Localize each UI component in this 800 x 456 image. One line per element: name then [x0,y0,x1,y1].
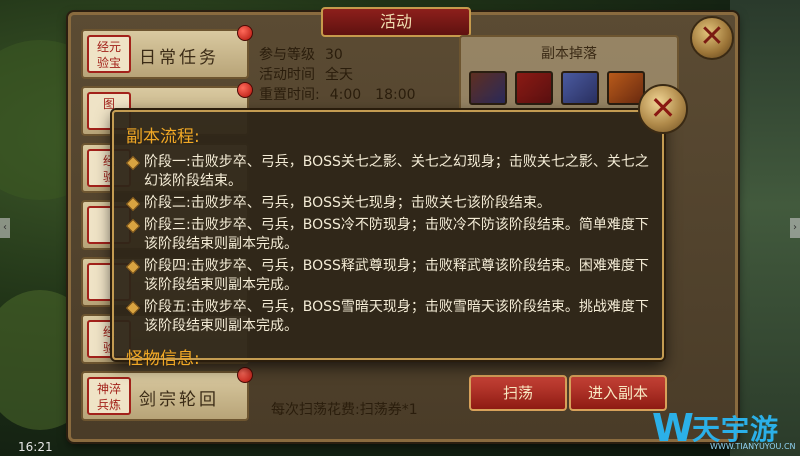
diamond-bullet-icon [125,300,141,316]
notification-dot-icon [237,367,253,383]
stage-item: 阶段四:击败步卒、弓兵，BOSS释武尊现身；击败释武尊该阶段结束。困难难度下该阶… [125,257,650,295]
close-window-icon[interactable]: ✕ [690,16,734,60]
time-value: 全天 [325,67,353,83]
diamond-bullet-icon [125,218,141,234]
drop-item-icon[interactable] [469,71,507,105]
site-logo: W 天宇游 WWW.TIANYUYOU.CN [652,404,800,454]
sweep-button[interactable]: 扫荡 [469,375,567,411]
window-title: 活动 [321,7,471,37]
drop-item-icon[interactable] [515,71,553,105]
tab-seal-icon: 神淬 兵炼 [87,377,131,415]
tab-daily-task[interactable]: 经元 验宝 日常任务 [81,25,253,79]
scroll-left-arrow[interactable]: ‹ [0,218,10,238]
level-label: 参与等级 [259,47,315,63]
diamond-bullet-icon [125,196,141,212]
sweep-cost-text: 每次扫荡花费:扫荡券*1 [271,402,418,418]
reset-label: 重置时间: [259,87,320,103]
popup-heading: 副本流程: [126,127,200,147]
time-label: 活动时间 [259,67,315,83]
dungeon-flow-popup: 副本流程: 阶段一:击败步卒、弓兵，BOSS关七之影、关七之幻现身；击败关七之影… [112,110,664,369]
level-value: 30 [325,47,343,63]
diamond-bullet-icon [125,259,141,275]
stage-item: 阶段二:击败步卒、弓兵，BOSS关七现身；击败关七该阶段结束。 [125,194,650,213]
scroll-right-arrow[interactable]: › [790,218,800,238]
reset-row: 重置时间: 4:00 18:00 [259,85,449,105]
drops-title: 副本掉落 [541,46,597,62]
stage-text: 阶段二:击败步卒、弓兵，BOSS关七现身；击败关七该阶段结束。 [144,195,551,211]
diamond-bullet-icon [125,155,141,171]
stage-text: 阶段三:击败步卒、弓兵，BOSS冷不防现身；击败冷不防该阶段结束。简单难度下该阶… [144,217,649,252]
stage-item: 阶段三:击败步卒、弓兵，BOSS冷不防现身；击败冷不防该阶段结束。简单难度下该阶… [125,216,650,254]
tab-seal-icon: 经元 验宝 [87,35,131,73]
tab-label: 日常任务 [139,48,219,68]
stage-item: 阶段一:击败步卒、弓兵，BOSS关七之影、关七之幻现身；击败关七之影、关七之幻该… [125,153,650,191]
stage-item: 阶段五:击败步卒、弓兵，BOSS雪暗天现身；击败雪暗天该阶段结束。挑战难度下该阶… [125,298,650,336]
clock-time: 16:21 [18,440,53,454]
drop-item-icon[interactable] [561,71,599,105]
stage-text: 阶段五:击败步卒、弓兵，BOSS雪暗天现身；击败雪暗天该阶段结束。挑战难度下该阶… [144,299,649,334]
notification-dot-icon [237,25,253,41]
level-row: 参与等级 30 [259,45,449,65]
reset-value: 4:00 18:00 [329,87,416,103]
stage-text: 阶段一:击败步卒、弓兵，BOSS关七之影、关七之幻现身；击败关七之影、关七之幻该… [144,154,649,189]
notification-dot-icon [237,82,253,98]
logo-url: WWW.TIANYUYOU.CN [710,442,796,451]
stage-text: 阶段四:击败步卒、弓兵，BOSS释武尊现身；击败释武尊该阶段结束。困难难度下该阶… [144,258,649,293]
tab-sword-sect-cycle[interactable]: 神淬 兵炼 剑宗轮回 [81,367,253,421]
monster-info-heading: 怪物信息: [126,349,200,369]
time-row: 活动时间 全天 [259,65,449,85]
tab-label: 剑宗轮回 [139,390,219,410]
logo-mark-icon: W [652,406,694,450]
close-popup-icon[interactable]: ✕ [638,84,688,134]
